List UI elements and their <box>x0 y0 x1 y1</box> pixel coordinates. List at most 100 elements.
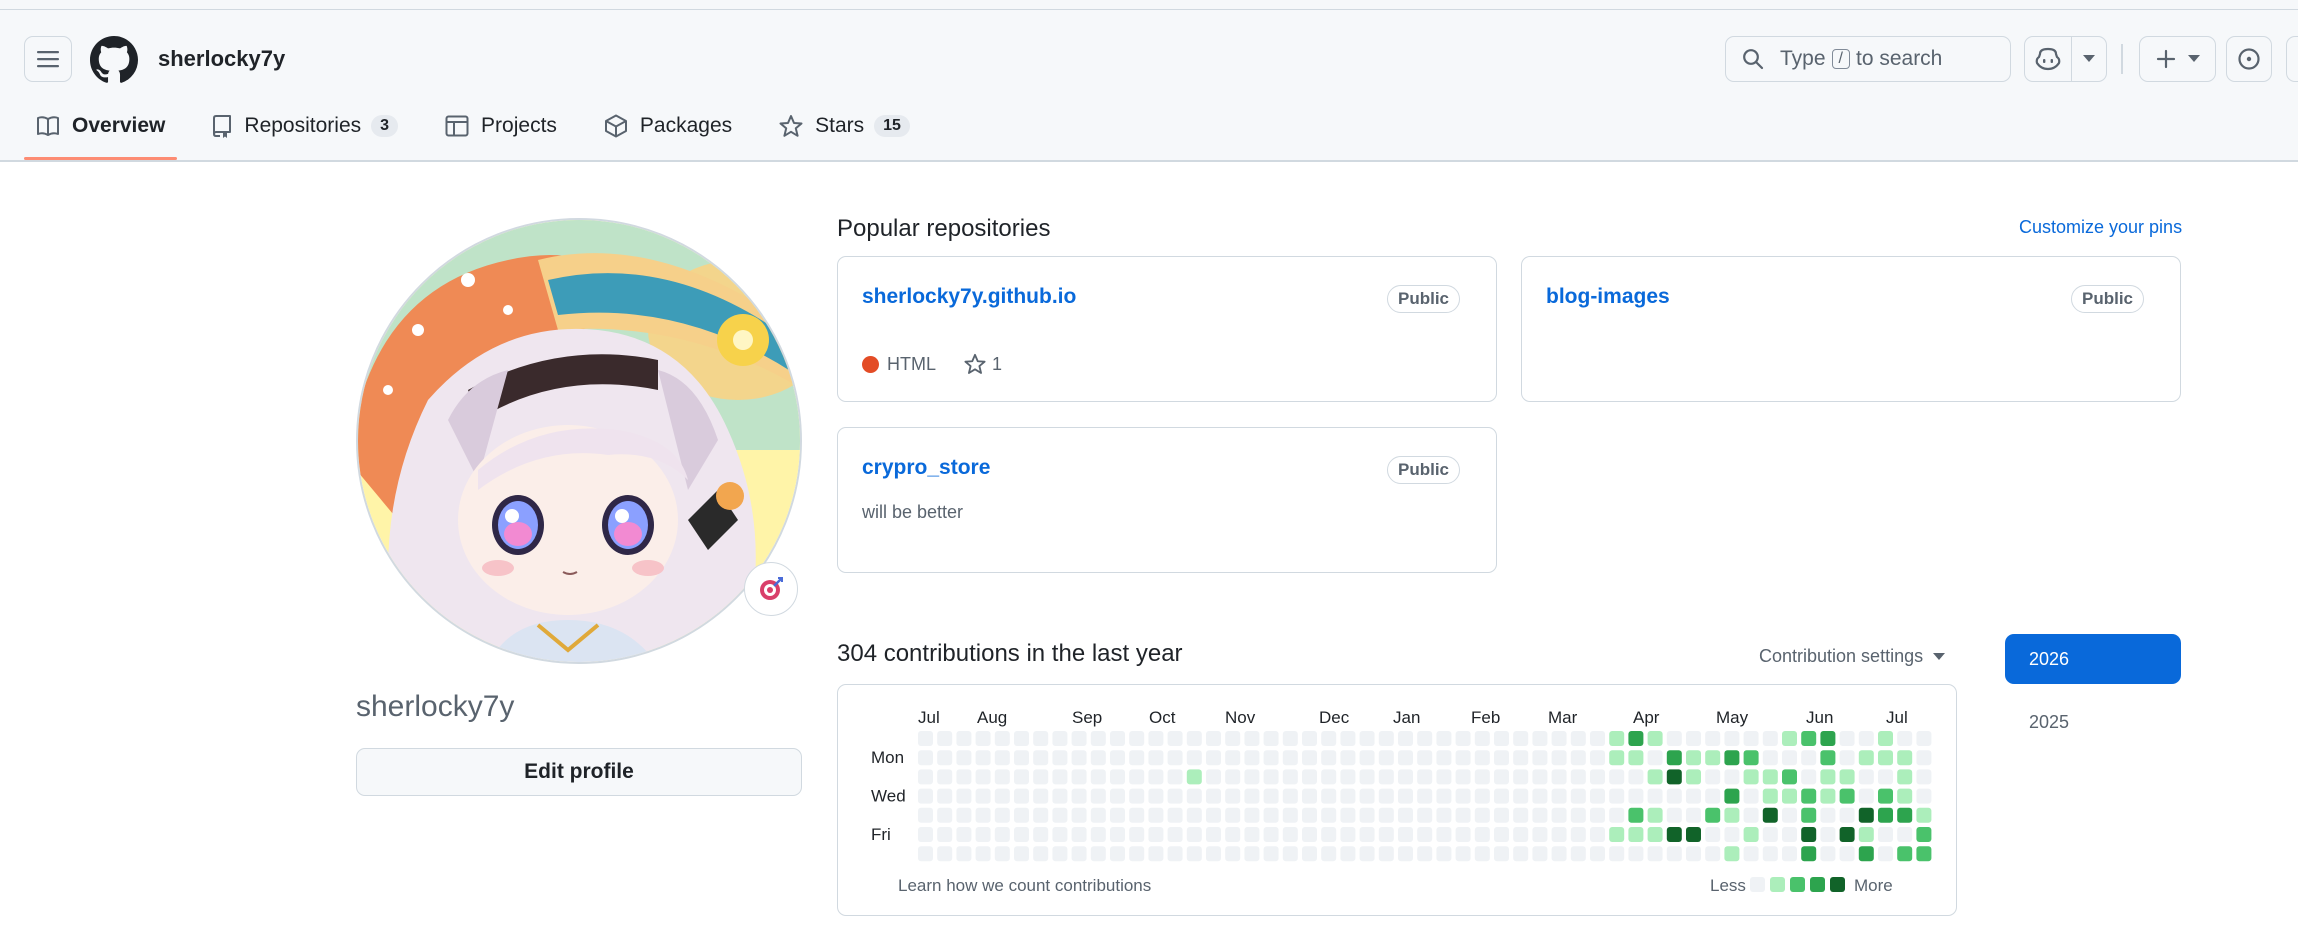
customize-pins-link[interactable]: Customize your pins <box>2019 217 2182 238</box>
contribution-day-cell[interactable] <box>1263 846 1279 862</box>
contribution-day-cell[interactable] <box>1359 750 1375 766</box>
contribution-day-cell[interactable] <box>1762 769 1778 785</box>
contribution-day-cell[interactable] <box>1743 769 1759 785</box>
contribution-day-cell[interactable] <box>1494 750 1509 766</box>
contribution-day-cell[interactable] <box>1570 807 1586 823</box>
contribution-day-cell[interactable] <box>1436 731 1452 746</box>
contribution-day-cell[interactable] <box>1532 788 1548 804</box>
contribution-day-cell[interactable] <box>1839 807 1855 823</box>
contribution-day-cell[interactable] <box>975 750 991 766</box>
contribution-day-cell[interactable] <box>937 846 953 862</box>
contribution-day-cell[interactable] <box>1417 846 1433 862</box>
contribution-day-cell[interactable] <box>1148 827 1164 842</box>
contribution-day-cell[interactable] <box>1225 846 1241 862</box>
contribution-day-cell[interactable] <box>1378 769 1394 785</box>
contribution-day-cell[interactable] <box>1628 846 1644 862</box>
contribution-day-cell[interactable] <box>1206 788 1221 804</box>
contribution-day-cell[interactable] <box>1858 788 1874 804</box>
contribution-day-cell[interactable] <box>1206 769 1221 785</box>
contribution-day-cell[interactable] <box>1206 750 1221 766</box>
contribution-day-cell[interactable] <box>1897 731 1913 746</box>
contribution-day-cell[interactable] <box>1532 846 1548 862</box>
contribution-day-cell[interactable] <box>1282 827 1298 842</box>
pull-requests-button[interactable] <box>2286 36 2298 82</box>
contribution-day-cell[interactable] <box>1263 750 1279 766</box>
contribution-day-cell[interactable] <box>1878 788 1893 804</box>
contribution-day-cell[interactable] <box>1820 788 1836 804</box>
contribution-day-cell[interactable] <box>1014 846 1029 862</box>
contribution-day-cell[interactable] <box>1666 788 1682 804</box>
contribution-day-cell[interactable] <box>1628 788 1644 804</box>
contribution-day-cell[interactable] <box>937 807 953 823</box>
contribution-day-cell[interactable] <box>1647 827 1663 842</box>
contribution-day-cell[interactable] <box>1244 731 1260 746</box>
contribution-day-cell[interactable] <box>1090 846 1106 862</box>
contribution-day-cell[interactable] <box>956 750 972 766</box>
contribution-day-cell[interactable] <box>1551 731 1567 746</box>
contribution-day-cell[interactable] <box>1474 788 1490 804</box>
contribution-day-cell[interactable] <box>1628 807 1644 823</box>
contribution-day-cell[interactable] <box>1167 731 1183 746</box>
contribution-day-cell[interactable] <box>1167 827 1183 842</box>
contribution-day-cell[interactable] <box>1033 769 1049 785</box>
contribution-day-cell[interactable] <box>1398 769 1413 785</box>
contribution-day-cell[interactable] <box>1263 731 1279 746</box>
contribution-day-cell[interactable] <box>1686 750 1701 766</box>
contribution-day-cell[interactable] <box>1878 846 1893 862</box>
contribution-day-cell[interactable] <box>1762 731 1778 746</box>
contribution-day-cell[interactable] <box>1321 731 1337 746</box>
contribution-day-cell[interactable] <box>1244 846 1260 862</box>
contribution-day-cell[interactable] <box>1340 769 1356 785</box>
contribution-day-cell[interactable] <box>994 807 1010 823</box>
contribution-day-cell[interactable] <box>1609 788 1625 804</box>
contribution-day-cell[interactable] <box>956 827 972 842</box>
contribution-day-cell[interactable] <box>1916 827 1932 842</box>
contribution-day-cell[interactable] <box>1532 750 1548 766</box>
contribution-day-cell[interactable] <box>1417 750 1433 766</box>
contribution-day-cell[interactable] <box>1302 827 1317 842</box>
contribution-day-cell[interactable] <box>1378 846 1394 862</box>
contribution-day-cell[interactable] <box>1628 750 1644 766</box>
contribution-day-cell[interactable] <box>1647 807 1663 823</box>
contribution-day-cell[interactable] <box>1916 846 1932 862</box>
contribution-day-cell[interactable] <box>1858 750 1874 766</box>
contribution-day-cell[interactable] <box>1724 731 1740 746</box>
contribution-day-cell[interactable] <box>1225 827 1241 842</box>
repo-link[interactable]: sherlocky7y.github.io <box>862 285 1076 309</box>
contribution-day-cell[interactable] <box>1551 846 1567 862</box>
contribution-day-cell[interactable] <box>1359 827 1375 842</box>
contribution-day-cell[interactable] <box>1820 827 1836 842</box>
contribution-day-cell[interactable] <box>1186 807 1202 823</box>
contribution-day-cell[interactable] <box>1244 769 1260 785</box>
contribution-day-cell[interactable] <box>1436 750 1452 766</box>
contribution-day-cell[interactable] <box>1762 807 1778 823</box>
contribution-day-cell[interactable] <box>1686 827 1701 842</box>
contribution-day-cell[interactable] <box>1071 846 1087 862</box>
contribution-day-cell[interactable] <box>1916 788 1932 804</box>
contribution-day-cell[interactable] <box>1782 827 1797 842</box>
contribution-day-cell[interactable] <box>1858 731 1874 746</box>
contribution-day-cell[interactable] <box>1590 807 1605 823</box>
contribution-day-cell[interactable] <box>1494 846 1509 862</box>
contribution-day-cell[interactable] <box>1014 750 1029 766</box>
contribution-day-cell[interactable] <box>1666 731 1682 746</box>
contribution-day-cell[interactable] <box>1474 769 1490 785</box>
contribution-day-cell[interactable] <box>1206 731 1221 746</box>
contribution-day-cell[interactable] <box>1340 846 1356 862</box>
year-2025-button[interactable]: 2025 <box>2005 697 2181 747</box>
contribution-day-cell[interactable] <box>1359 731 1375 746</box>
contribution-day-cell[interactable] <box>1071 788 1087 804</box>
contribution-day-cell[interactable] <box>1647 788 1663 804</box>
contribution-day-cell[interactable] <box>1302 731 1317 746</box>
contribution-day-cell[interactable] <box>937 769 953 785</box>
contribution-day-cell[interactable] <box>1263 807 1279 823</box>
contribution-day-cell[interactable] <box>1282 731 1298 746</box>
contribution-day-cell[interactable] <box>1858 827 1874 842</box>
contribution-day-cell[interactable] <box>1033 846 1049 862</box>
contribution-day-cell[interactable] <box>1455 769 1471 785</box>
contribution-day-cell[interactable] <box>1570 846 1586 862</box>
contribution-day-cell[interactable] <box>1839 827 1855 842</box>
repo-stars-link[interactable]: 1 <box>964 353 1002 375</box>
contribution-day-cell[interactable] <box>994 846 1010 862</box>
contribution-day-cell[interactable] <box>1206 807 1221 823</box>
